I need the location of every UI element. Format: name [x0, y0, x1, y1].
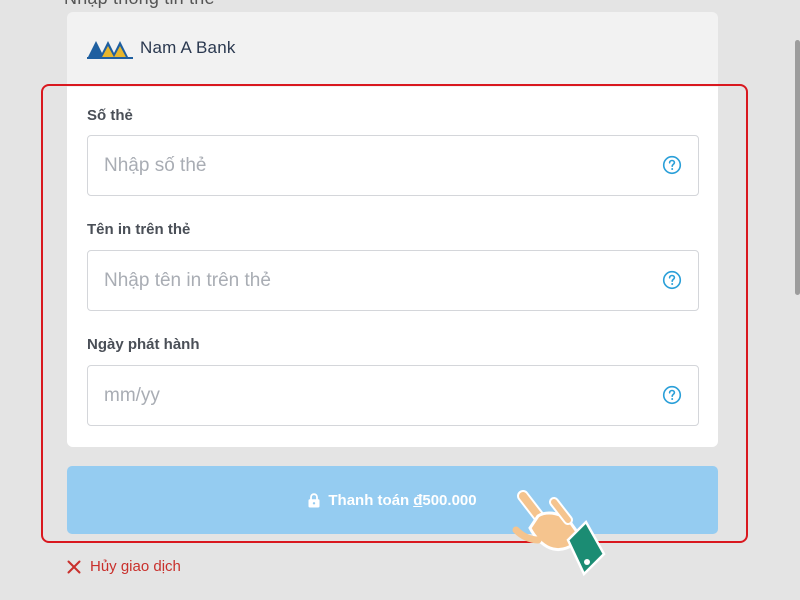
- card-number-label: Số thẻ: [87, 107, 133, 124]
- cancel-transaction-label: Hủy giao dịch: [90, 558, 181, 575]
- issue-date-label: Ngày phát hành: [87, 336, 200, 353]
- hand-pointer-icon: [512, 490, 606, 577]
- card-number-field[interactable]: [87, 135, 699, 196]
- pay-button-label: Thanh toán: [328, 491, 410, 509]
- cardholder-name-input[interactable]: [88, 251, 698, 310]
- bank-header: Nam A Bank: [67, 12, 718, 84]
- pay-currency-symbol: đ: [413, 491, 423, 509]
- page-title: Nhập thông tin thẻ: [64, 0, 215, 9]
- close-x-icon: [67, 560, 81, 573]
- nam-a-bank-logo-icon: [87, 41, 133, 59]
- cardholder-name-field[interactable]: [87, 250, 699, 311]
- question-circle-icon[interactable]: [662, 155, 682, 175]
- cancel-transaction-link[interactable]: Hủy giao dịch: [67, 558, 181, 575]
- question-circle-icon[interactable]: [662, 385, 682, 405]
- issue-date-field[interactable]: [87, 365, 699, 426]
- pay-button[interactable]: Thanh toán đ 500.000: [67, 466, 718, 534]
- scrollbar-thumb[interactable]: [795, 40, 800, 295]
- bank-name: Nam A Bank: [140, 38, 236, 57]
- pay-button-content: Thanh toán đ 500.000: [308, 491, 477, 509]
- lock-icon: [308, 492, 320, 507]
- scrollbar[interactable]: [795, 0, 800, 600]
- payment-page: Nhập thông tin thẻ Nam A Bank Số thẻ: [0, 0, 800, 600]
- card-form: Số thẻ Tên in trên thẻ Ngày phát hành: [67, 87, 718, 447]
- question-circle-icon[interactable]: [662, 270, 682, 290]
- issue-date-input[interactable]: [88, 366, 698, 425]
- pay-amount: 500.000: [422, 491, 477, 509]
- card-number-input[interactable]: [88, 136, 698, 195]
- cardholder-name-label: Tên in trên thẻ: [87, 221, 191, 238]
